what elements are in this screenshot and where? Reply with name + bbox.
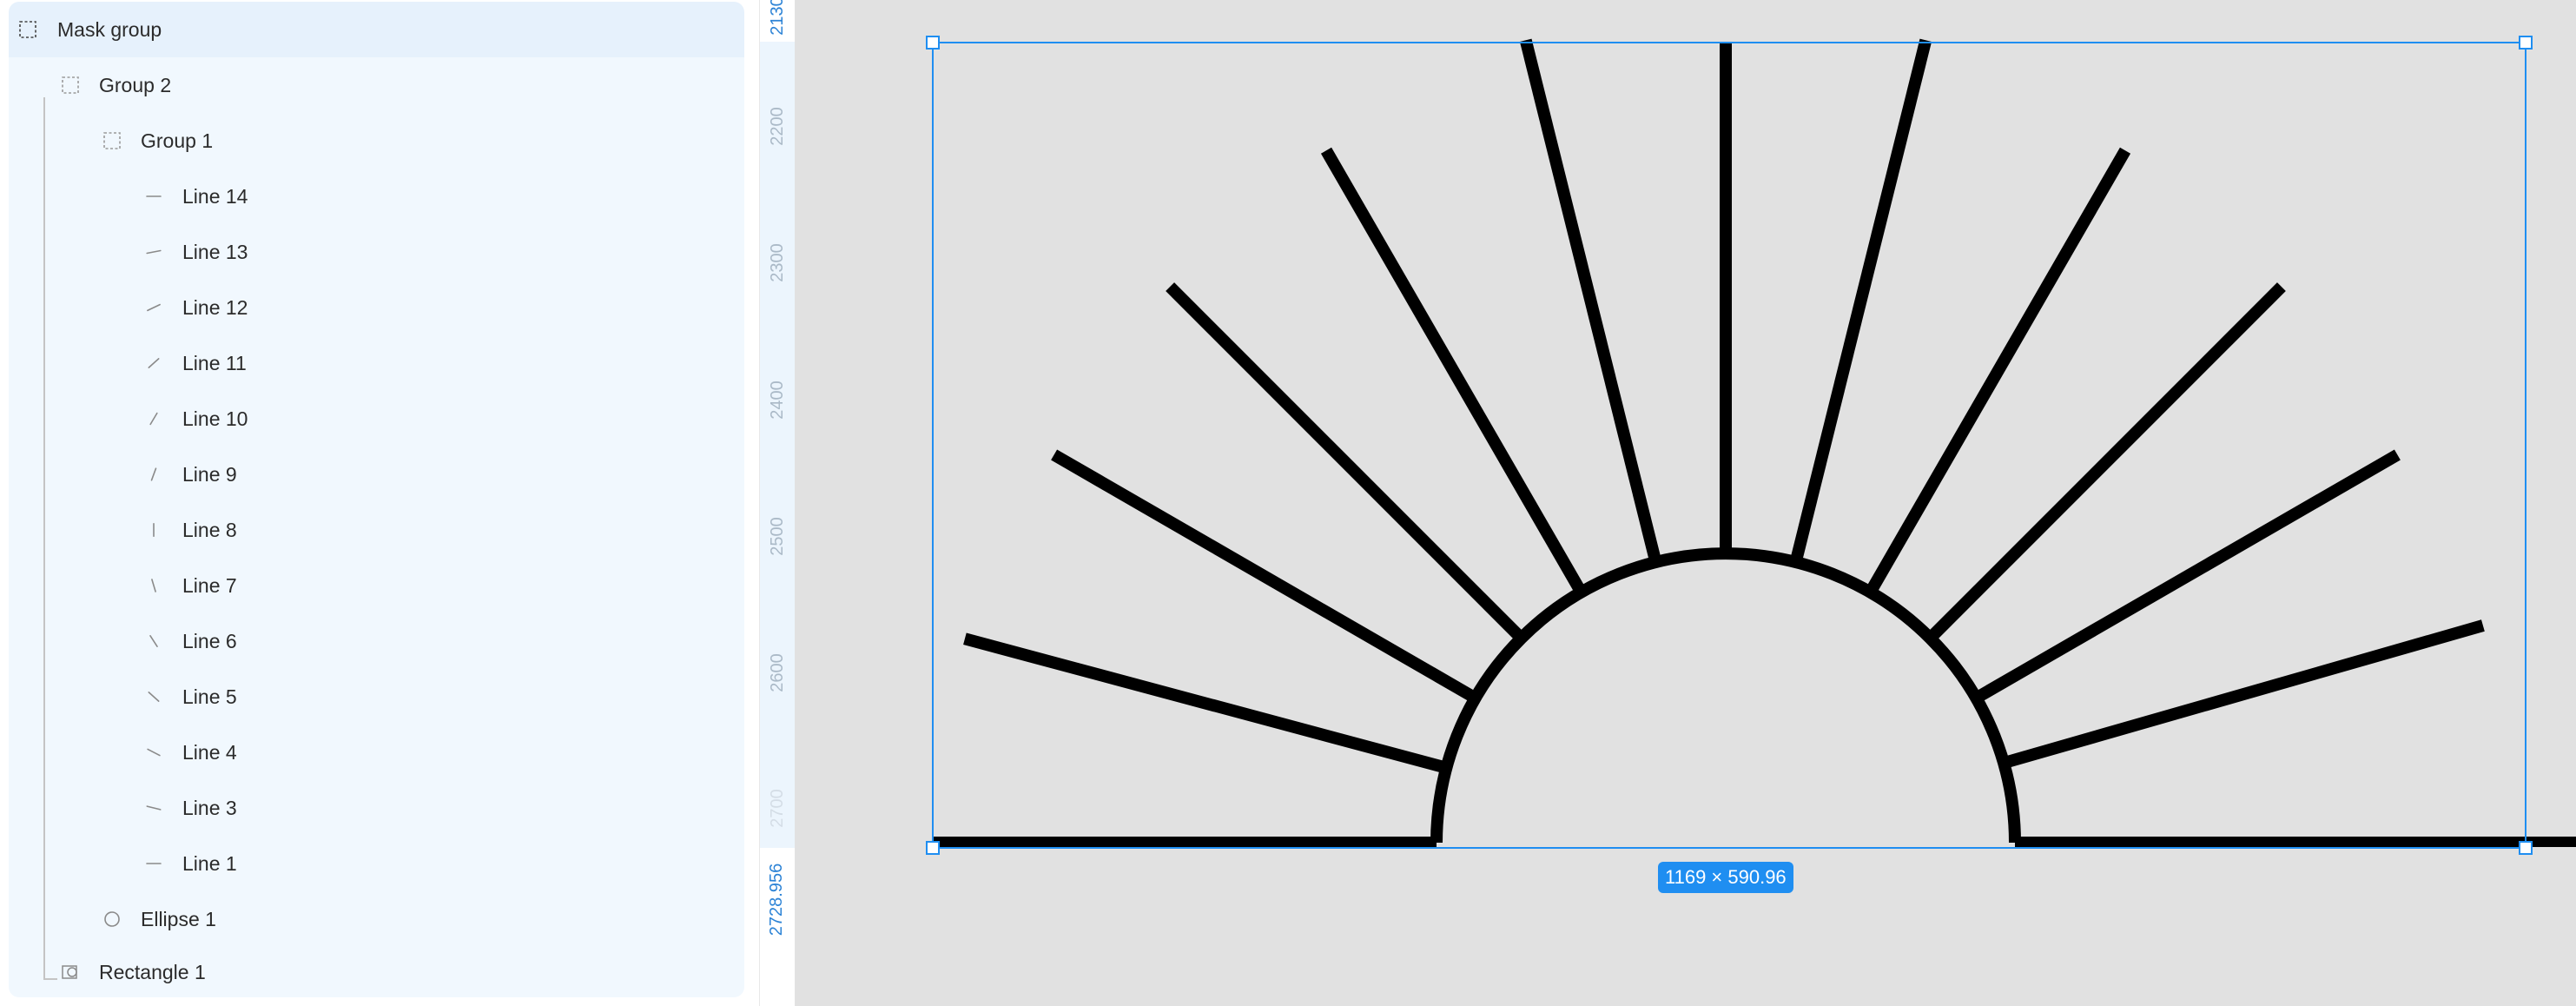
sunburst-artwork[interactable] [796,0,2576,1006]
layer-label: Line 9 [182,462,237,486]
vertical-ruler: 2130 2200 2300 2400 2500 2600 2700 2728.956 [759,0,796,1006]
ruler-label: 2728.956 [762,863,793,935]
line-icon [143,798,164,818]
group-dashed-icon [60,75,81,96]
ray-line[interactable] [963,632,1449,774]
line-icon [143,353,164,374]
ruler-value: 2728.956 [767,863,787,936]
layer-label: Line 6 [182,629,237,652]
ruler-value: 2500 [767,516,787,556]
layer-label: Line 7 [182,573,237,597]
ray-line[interactable] [1865,147,2131,596]
mask-rectangle-icon [60,962,81,983]
layer-row-line-9[interactable]: Line 9 [9,447,744,502]
layer-row-line-3[interactable]: Line 3 [9,780,744,836]
line-icon [143,742,164,763]
ruler-label: 2130 [762,0,793,46]
line-icon [143,520,164,540]
layer-row-line-13[interactable]: Line 13 [9,224,744,280]
layer-row-line-1[interactable]: Line 1 [9,836,744,891]
line-icon [143,853,164,874]
ruler-value: 2130 [767,0,787,36]
layer-row-group-2[interactable]: Group 2 [9,57,744,113]
layer-label: Line 1 [182,851,237,875]
ellipse-1-arc[interactable] [1430,547,2021,844]
tree-connector-line [43,97,45,980]
ray-line[interactable] [1051,449,1479,704]
layer-row-rectangle-1[interactable]: Rectangle 1 [9,947,744,997]
group-dashed-icon [102,130,122,151]
ruler-selection-band [760,42,795,848]
line-icon [143,242,164,262]
ruler-label: 2500 [762,506,793,566]
layer-label: Ellipse 1 [141,907,216,930]
ruler-value: 2700 [767,788,787,828]
layer-row-line-12[interactable]: Line 12 [9,280,744,335]
dimension-badge: 1169 × 590.96 [1658,862,1793,893]
tree-connector-elbow [43,978,57,980]
layer-label: Line 12 [182,295,248,319]
ruler-label: 2200 [762,96,793,156]
layer-label: Line 11 [182,351,247,374]
ruler-label: 2700 [762,778,793,838]
ruler-label: 2400 [762,369,793,430]
layer-label: Line 3 [182,796,237,819]
line-icon [143,186,164,207]
layer-label: Group 1 [141,129,214,152]
ray-line[interactable] [1519,38,1662,564]
resize-handle[interactable] [926,36,940,50]
ruler-value: 2600 [767,652,787,692]
layer-row-line-10[interactable]: Line 10 [9,391,744,447]
layer-label: Line 4 [182,740,237,764]
line-icon [143,575,164,596]
layer-row-line-5[interactable]: Line 5 [9,669,744,725]
ruler-value: 2200 [767,106,787,146]
layer-row-line-6[interactable]: Line 6 [9,613,744,669]
ray-line[interactable] [1320,147,1587,596]
ray-line[interactable] [1972,449,2401,704]
ellipse-icon [102,909,122,930]
ruler-value: 2400 [767,380,787,420]
layer-row-group-1[interactable]: Group 1 [9,113,744,169]
layer-row-line-7[interactable]: Line 7 [9,558,744,613]
ruler-label: 2300 [762,232,793,293]
resize-handle[interactable] [926,841,940,855]
layer-row-mask-group[interactable]: Mask group [9,2,744,57]
layer-row-line-4[interactable]: Line 4 [9,725,744,780]
ray-line[interactable] [1789,38,1932,564]
layer-label: Group 2 [99,73,172,96]
layer-label: Line 8 [182,518,237,541]
layer-row-line-11[interactable]: Line 11 [9,335,744,391]
line-icon [143,408,164,429]
layer-label: Line 13 [182,240,248,263]
ray-line[interactable] [1925,282,2286,643]
layer-row-line-14[interactable]: Line 14 [9,169,744,224]
resize-handle[interactable] [2519,36,2533,50]
layers-panel: Mask group Group 2 Group 1 Line 14 Line 13 Li… [0,0,759,1006]
resize-handle[interactable] [2519,841,2533,855]
canvas[interactable]: 1169 × 590.96 [796,0,2576,1006]
line-icon [143,686,164,707]
layer-label: Line 10 [182,407,248,430]
line-icon [143,464,164,485]
ray-lines [963,38,2485,774]
layer-row-ellipse-1[interactable]: Ellipse 1 [9,891,744,947]
frame-dashed-icon [17,19,38,40]
ruler-label: 2600 [762,642,793,703]
ruler-value: 2300 [767,242,787,282]
ray-line[interactable] [1166,282,1526,643]
layer-label: Mask group [57,17,162,41]
line-icon [143,631,164,652]
line-icon [143,297,164,318]
layer-label: Rectangle 1 [99,960,206,983]
layer-row-line-8[interactable]: Line 8 [9,502,744,558]
layer-label: Line 14 [182,184,248,208]
layer-label: Line 5 [182,685,237,708]
